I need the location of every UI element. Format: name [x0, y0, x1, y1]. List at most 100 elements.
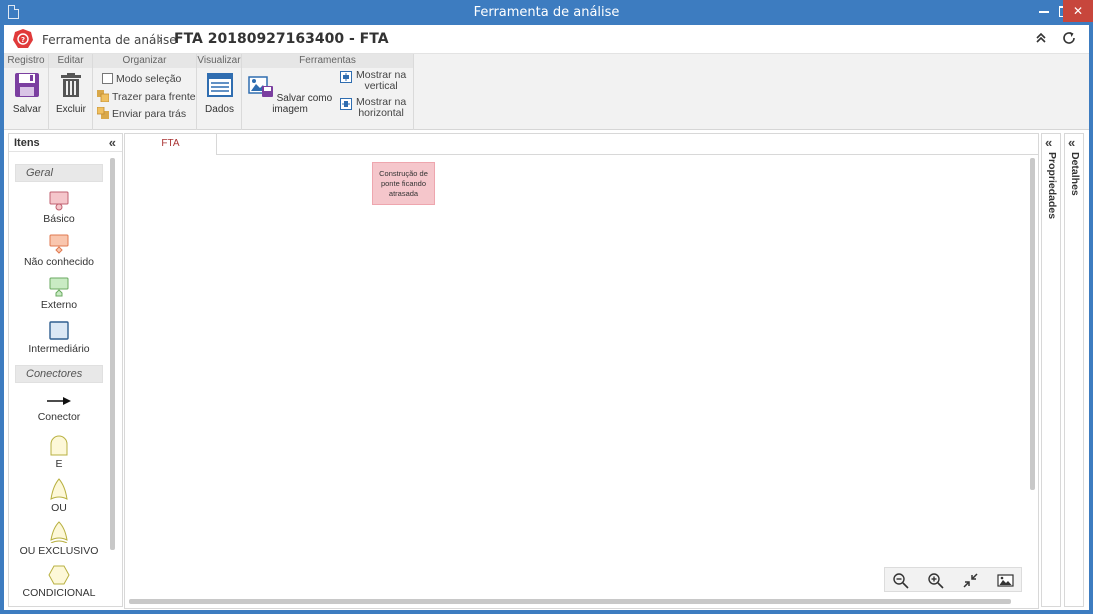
save-button[interactable]: Salvar: [8, 72, 46, 115]
app-window: ? Ferramenta de análise › FTA 2018092716…: [4, 25, 1089, 610]
show-vertical-label-line2: vertical: [364, 80, 398, 92]
refresh-icon[interactable]: [1061, 30, 1077, 46]
properties-panel[interactable]: « Propriedades: [1041, 133, 1061, 607]
ribbon-group-label: Visualizar: [197, 54, 241, 68]
tool-nao-conhecido[interactable]: Não conhecido: [9, 234, 109, 268]
send-to-back-button[interactable]: Enviar para trás: [97, 107, 186, 121]
data-button-label: Dados: [205, 104, 234, 115]
bring-to-front-button[interactable]: Trazer para frente: [97, 90, 196, 104]
ribbon-group-organizar: Organizar Modo seleção Trazer para frent…: [93, 54, 197, 130]
arrow-connector-icon: [47, 397, 71, 405]
event-text-line: ponte ficando: [380, 179, 427, 188]
ribbon-group-ferramentas: Ferramentas Salvar como imagem Mostrar n…: [242, 54, 414, 130]
tool-label: Não conhecido: [23, 256, 95, 268]
send-back-icon: [97, 107, 109, 120]
items-panel-scrollbar[interactable]: [110, 158, 115, 550]
items-panel-header: Itens «: [9, 134, 122, 152]
window-title: Ferramenta de análise: [473, 5, 620, 20]
tool-conector[interactable]: Conector: [9, 393, 109, 423]
section-geral[interactable]: Geral: [15, 164, 103, 182]
tool-condicional[interactable]: CONDICIONAL: [9, 565, 109, 599]
fit-to-screen-icon[interactable]: [962, 572, 979, 589]
xor-gate-icon: [50, 521, 68, 543]
svg-text:?: ?: [21, 36, 25, 44]
ribbon-group-label: Editar: [49, 54, 92, 68]
ribbon-group-label: Ferramentas: [242, 54, 413, 68]
tool-label: OU EXCLUSIVO: [19, 545, 99, 557]
collapse-header-icon[interactable]: [1033, 30, 1049, 46]
ribbon-toolbar: Registro Salvar Editar Excluir Organizar…: [4, 54, 1089, 130]
trash-icon: [61, 73, 81, 97]
export-image-icon[interactable]: [997, 572, 1014, 589]
zoom-toolbar: [884, 567, 1022, 592]
event-text-line: Construção de: [379, 169, 428, 178]
page-title: FTA 20180927163400 - FTA: [174, 31, 389, 47]
zoom-in-icon[interactable]: [927, 572, 944, 589]
ribbon-group-label: Organizar: [93, 54, 196, 68]
save-as-image-label: Salvar como imagem: [272, 93, 333, 115]
conditional-gate-icon: [48, 565, 70, 585]
expand-details-icon[interactable]: «: [1068, 135, 1075, 150]
send-to-back-label: Enviar para trás: [112, 108, 187, 120]
details-panel-label: Detalhes: [1069, 152, 1081, 196]
section-conectores[interactable]: Conectores: [15, 365, 103, 383]
bring-front-icon: [97, 90, 109, 103]
ribbon-group-registro: Registro Salvar: [4, 54, 49, 130]
canvas-vertical-scrollbar[interactable]: [1030, 158, 1035, 490]
vertical-layout-icon: [340, 71, 352, 83]
app-logo-icon: ?: [13, 29, 33, 48]
collapse-panel-icon[interactable]: «: [109, 135, 116, 150]
items-panel-title: Itens: [14, 137, 40, 149]
data-grid-icon: [206, 73, 233, 97]
tool-label: CONDICIONAL: [22, 587, 96, 599]
tool-ou-exclusivo[interactable]: OU EXCLUSIVO: [9, 521, 109, 557]
delete-button[interactable]: Excluir: [52, 72, 90, 115]
save-button-label: Salvar: [12, 104, 42, 115]
tool-ou[interactable]: OU: [9, 478, 109, 514]
canvas-horizontal-scrollbar[interactable]: [129, 599, 1011, 604]
basic-event-node[interactable]: Construção de ponte ficando atrasada: [372, 162, 435, 205]
bring-to-front-label: Trazer para frente: [112, 91, 196, 103]
tool-externo[interactable]: Externo: [9, 277, 109, 311]
or-gate-icon: [50, 478, 68, 500]
properties-panel-label: Propriedades: [1046, 152, 1058, 220]
undeveloped-event-icon: [49, 234, 69, 254]
tool-label: E: [55, 458, 63, 470]
ribbon-group-label: Registro: [4, 54, 48, 68]
show-horizontal-button[interactable]: Mostrar na horizontal: [340, 97, 406, 121]
details-panel[interactable]: « Detalhes: [1064, 133, 1084, 607]
ribbon-group-editar: Editar Excluir: [49, 54, 93, 130]
breadcrumb-app[interactable]: Ferramenta de análise: [42, 33, 177, 47]
event-text-line: atrasada: [388, 189, 419, 198]
tool-label: Básico: [43, 213, 75, 225]
tool-label: Conector: [37, 411, 81, 423]
data-button[interactable]: Dados: [200, 72, 239, 115]
and-gate-icon: [50, 435, 68, 456]
app-header: ? Ferramenta de análise › FTA 2018092716…: [4, 25, 1089, 54]
show-vertical-button[interactable]: Mostrar na vertical: [340, 70, 406, 94]
tool-label: Intermediário: [28, 343, 90, 355]
tool-label: OU: [51, 502, 67, 514]
tool-basico[interactable]: Básico: [9, 191, 109, 225]
diagram-canvas[interactable]: FTA Construção de ponte ficando atrasada: [124, 133, 1039, 609]
delete-button-label: Excluir: [55, 104, 86, 115]
breadcrumb-separator: ›: [158, 31, 163, 46]
close-button[interactable]: ✕: [1063, 0, 1093, 22]
items-panel: Itens « Geral Básico Não conhecido Exter…: [8, 133, 123, 607]
selection-mode-label: Modo seleção: [116, 73, 182, 85]
tool-intermediario[interactable]: Intermediário: [9, 321, 109, 355]
checkbox-icon[interactable]: [102, 72, 113, 84]
ribbon-group-visualizar: Visualizar Dados: [197, 54, 242, 130]
window-titlebar: Ferramenta de análise ✕: [0, 0, 1093, 25]
expand-properties-icon[interactable]: «: [1045, 135, 1052, 150]
save-as-image-button[interactable]: Salvar como imagem: [246, 72, 334, 115]
tool-e[interactable]: E: [9, 434, 109, 470]
zoom-out-icon[interactable]: [892, 572, 909, 589]
show-horizontal-label-line2: horizontal: [358, 107, 404, 119]
horizontal-layout-icon: [340, 98, 352, 110]
tab-fta[interactable]: FTA: [125, 134, 217, 155]
intermediate-event-icon: [49, 321, 69, 340]
external-event-icon: [49, 277, 69, 297]
selection-mode-checkbox[interactable]: Modo seleção: [102, 72, 181, 86]
tool-label: Externo: [40, 299, 78, 311]
